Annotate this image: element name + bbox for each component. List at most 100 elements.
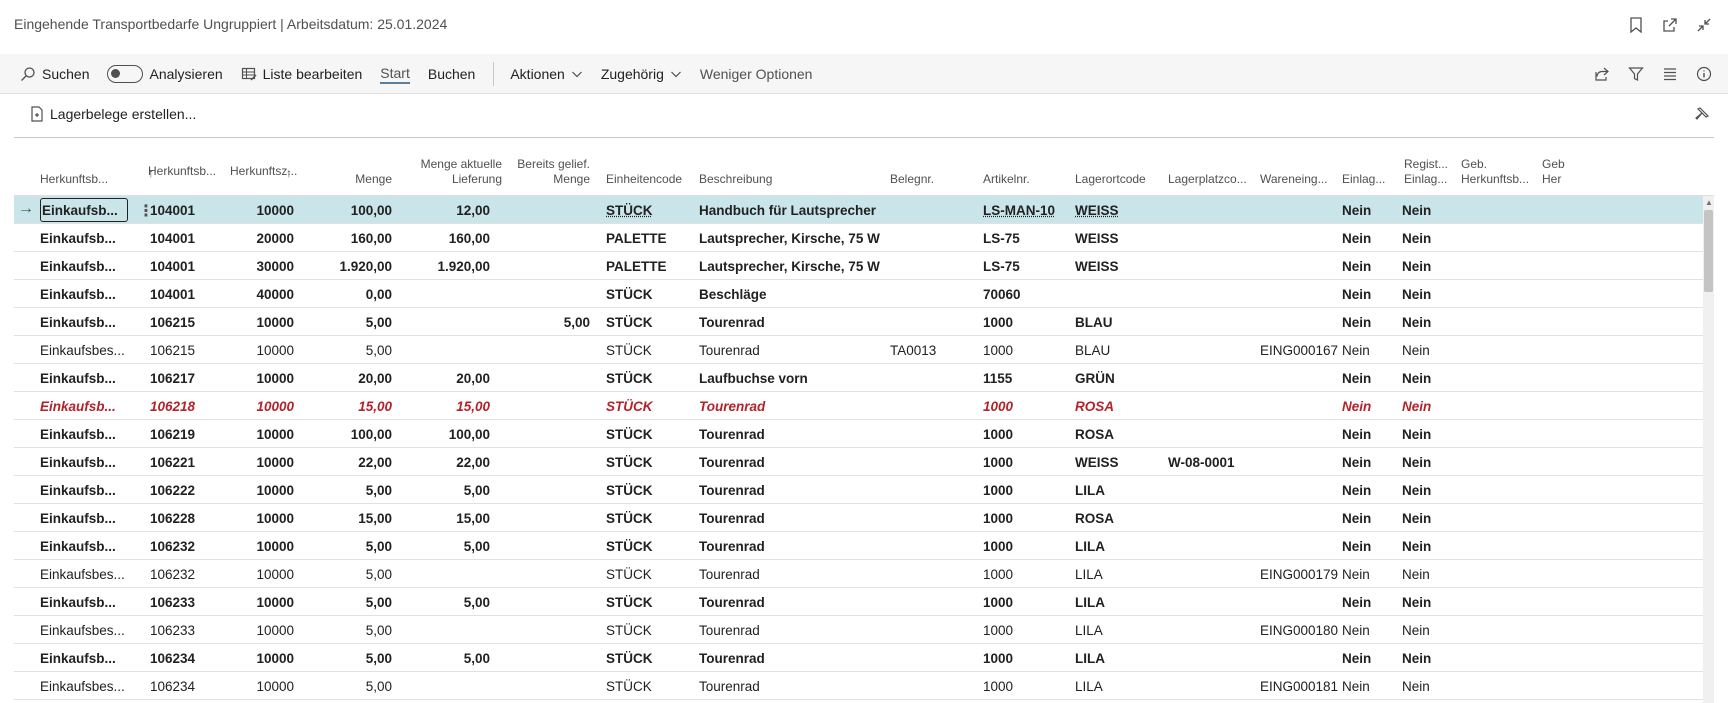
table-cell[interactable]: LS-75 [983,259,1073,274]
personalize-icon[interactable] [1694,106,1710,125]
column-header[interactable]: Menge [314,157,392,187]
table-cell[interactable]: Einkaufsbes... [40,343,132,358]
collapse-icon[interactable] [1694,15,1714,35]
table-cell[interactable]: LS-75 [983,231,1073,246]
table-cell[interactable]: Einkaufsbes... [40,567,132,582]
table-cell[interactable]: Einkaufsb... [40,259,132,274]
fewer-options-button[interactable]: Weniger Optionen [700,54,813,94]
toggle-switch[interactable] [107,65,144,83]
list-view-icon[interactable] [1660,64,1680,84]
table-cell[interactable]: Einkaufsb... [40,539,132,554]
table-cell[interactable]: Einkaufsbes... [40,679,132,694]
table-cell[interactable]: 106233 [150,595,220,610]
table-cell[interactable]: LS-MAN-10 [983,203,1073,218]
table-row[interactable]: Einkaufsb... 104001 40000 0,00 STÜCK Beschläg… [14,280,1714,308]
table-cell[interactable]: 106232 [150,539,220,554]
table-cell[interactable]: 1000 [983,483,1073,498]
vertical-scrollbar[interactable]: ▲ [1703,196,1714,703]
table-row[interactable]: Einkaufsbes... 106234 10000 5,00 STÜCK Touren… [14,672,1714,700]
column-header[interactable]: Einheitencode [606,157,696,187]
column-header[interactable]: Wareneing... [1260,157,1340,187]
column-header[interactable]: Einlag... [1342,157,1402,187]
table-cell[interactable]: 106228 [150,511,220,526]
table-row[interactable]: → ⋮ Einkaufsb... 104001 10000 100,00 12,00 STÜC… [14,196,1714,224]
table-cell[interactable]: 1000 [983,399,1073,414]
table-cell[interactable]: Einkaufsbes... [40,623,132,638]
table-cell[interactable]: 1000 [983,315,1073,330]
related-menu[interactable]: Zugehörig [601,54,682,94]
table-cell[interactable]: Einkaufsb... [40,315,132,330]
column-header[interactable]: Artikelnr. [983,157,1073,187]
table-row[interactable]: Einkaufsb... 106215 10000 5,00 5,00 STÜCK Tour… [14,308,1714,336]
table-cell[interactable]: Einkaufsb... [40,231,132,246]
column-header[interactable]: Bereits gelief. Menge [512,157,590,187]
table-row[interactable]: Einkaufsb... 106233 10000 5,00 5,00 STÜCK Tour… [14,588,1714,616]
tab-start[interactable]: Start [380,54,410,94]
table-cell[interactable]: Einkaufsb... [40,399,132,414]
table-cell[interactable]: 106232 [150,567,220,582]
table-cell[interactable]: 1000 [983,427,1073,442]
table-row[interactable]: Einkaufsb... 106234 10000 5,00 5,00 STÜCK Tour… [14,644,1714,672]
table-cell[interactable]: 104001 [150,203,220,218]
column-header[interactable]: Belegnr. [890,157,980,187]
table-cell[interactable]: 106221 [150,455,220,470]
analyze-toggle[interactable]: Analysieren [107,54,223,94]
column-header[interactable]: Lagerortcode [1075,157,1165,187]
open-new-window-icon[interactable] [1660,15,1680,35]
table-cell[interactable]: 106234 [150,651,220,666]
table-cell[interactable]: 1000 [983,511,1073,526]
table-row[interactable]: Einkaufsb... 106217 10000 20,00 20,00 STÜCK La… [14,364,1714,392]
column-header[interactable]: Regist... Einlag... [1404,157,1459,187]
table-cell[interactable]: 106233 [150,623,220,638]
table-cell[interactable]: Einkaufsb... [42,203,134,218]
table-cell[interactable]: 104001 [150,287,220,302]
table-row[interactable]: Einkaufsb... 106222 10000 5,00 5,00 STÜCK Tour… [14,476,1714,504]
column-header[interactable]: Geb. Herkunftsb... [1461,157,1541,187]
table-cell[interactable]: 104001 [150,259,220,274]
table-row[interactable]: Einkaufsb... 106219 10000 100,00 100,00 STÜCK… [14,420,1714,448]
column-header[interactable]: Geb Her [1542,157,1572,187]
table-cell[interactable]: 70060 [983,287,1073,302]
table-row[interactable]: Einkaufsb... 106221 10000 22,00 22,00 STÜCK To… [14,448,1714,476]
table-cell[interactable]: 1000 [983,595,1073,610]
table-cell[interactable]: 106219 [150,427,220,442]
column-header[interactable]: Beschreibung [699,157,884,187]
filter-icon[interactable] [1626,64,1646,84]
table-cell[interactable]: 1000 [983,567,1073,582]
table-row[interactable]: Einkaufsb... 104001 30000 1.920,00 1.920,00 P… [14,252,1714,280]
column-header[interactable]: Herkunftsb... [40,157,135,187]
table-row[interactable]: Einkaufsbes... 106232 10000 5,00 STÜCK Touren… [14,560,1714,588]
table-cell[interactable]: Einkaufsb... [40,287,132,302]
table-cell[interactable]: Einkaufsb... [40,595,132,610]
tab-book[interactable]: Buchen [428,54,475,94]
bookmark-icon[interactable] [1626,15,1646,35]
actions-menu[interactable]: Aktionen [510,54,582,94]
column-header[interactable]: Herkunftsz... ↑ [230,164,310,180]
table-cell[interactable]: 1000 [983,651,1073,666]
edit-list-button[interactable]: Liste bearbeiten [241,54,362,94]
table-row[interactable]: Einkaufsbes... 106233 10000 5,00 STÜCK Touren… [14,616,1714,644]
table-cell[interactable]: 106217 [150,371,220,386]
table-cell[interactable]: 104001 [150,231,220,246]
table-row[interactable]: Einkaufsb... 106228 10000 15,00 15,00 STÜCK To… [14,504,1714,532]
scrollbar-thumb[interactable] [1704,210,1713,292]
table-cell[interactable]: Einkaufsb... [40,483,132,498]
table-cell[interactable]: 1155 [983,371,1073,386]
table-cell[interactable]: Einkaufsb... [40,371,132,386]
table-cell[interactable]: Einkaufsb... [40,511,132,526]
table-cell[interactable]: 106218 [150,399,220,414]
table-cell[interactable]: Einkaufsb... [40,455,132,470]
table-row[interactable]: Einkaufsb... 104001 20000 160,00 160,00 PALET… [14,224,1714,252]
table-cell[interactable]: 1000 [983,455,1073,470]
search-button[interactable]: Suchen [20,54,89,94]
table-row[interactable]: Einkaufsb... 106232 10000 5,00 5,00 STÜCK Tour… [14,532,1714,560]
table-cell[interactable]: 1000 [983,623,1073,638]
table-cell[interactable]: 106215 [150,343,220,358]
column-header[interactable]: Menge aktuelle Lieferung [412,157,502,187]
column-header[interactable]: Lagerplatzco... [1168,157,1258,187]
share-icon[interactable] [1592,64,1612,84]
table-cell[interactable]: 1000 [983,539,1073,554]
scroll-up-icon[interactable]: ▲ [1705,198,1713,207]
create-warehouse-docs-button[interactable]: Lagerbelege erstellen... [30,106,196,122]
column-header[interactable]: Herkunftsb... ↑ [148,164,223,180]
